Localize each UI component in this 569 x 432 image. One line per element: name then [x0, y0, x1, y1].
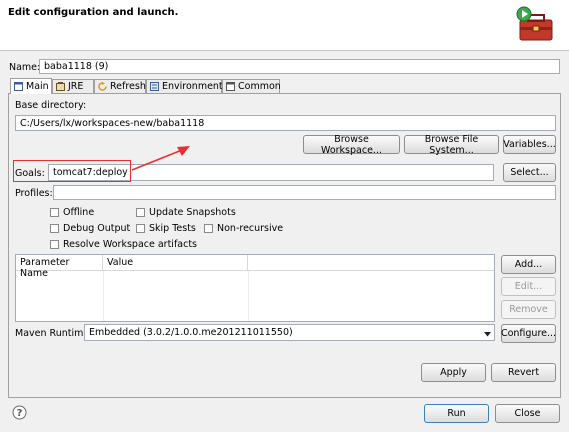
dialog-title: Edit configuration and launch. — [8, 7, 179, 18]
goals-select-button[interactable]: Select... — [503, 163, 556, 182]
common-icon — [226, 82, 235, 91]
column-header-filler — [248, 255, 494, 271]
tab-common[interactable]: Common — [222, 79, 281, 93]
checkbox-label: Debug Output — [63, 223, 131, 234]
resolve-workspace-artifacts-checkbox[interactable]: Resolve Workspace artifacts — [50, 239, 197, 250]
svg-text:?: ? — [17, 408, 23, 419]
checkbox-box[interactable] — [204, 224, 213, 233]
base-directory-value: C:/Users/lx/workspaces-new/baba1118 — [20, 118, 205, 129]
checkbox-label: Offline — [63, 207, 95, 218]
tab-label: JRE — [68, 81, 84, 92]
checkbox-label: Non-recursive — [217, 223, 284, 234]
checkbox-box[interactable] — [50, 208, 59, 217]
column-header-value[interactable]: Value — [103, 255, 248, 271]
jre-icon — [56, 82, 65, 91]
tab-refresh[interactable]: Refresh — [94, 79, 146, 93]
close-button[interactable]: Close — [495, 404, 560, 423]
column-divider — [248, 271, 249, 321]
edit-parameter-button[interactable]: Edit... — [501, 277, 556, 296]
revert-button[interactable]: Revert — [491, 363, 556, 382]
tab-jre[interactable]: JRE — [52, 79, 94, 93]
name-field[interactable]: baba1118 (9) — [39, 59, 560, 74]
dialog-header: Edit configuration and launch. — [0, 0, 569, 51]
tab-label: Common — [238, 81, 281, 92]
maven-runtime-value: Embedded (3.0.2/1.0.0.me201211011550) — [89, 327, 293, 338]
skip-tests-checkbox[interactable]: Skip Tests — [136, 223, 196, 234]
maven-runtime-select[interactable]: Embedded (3.0.2/1.0.0.me201211011550) — [84, 324, 495, 341]
checkbox-box[interactable] — [50, 224, 59, 233]
maven-runtime-label: Maven Runtime: — [15, 328, 93, 339]
tab-label: Main — [26, 81, 49, 92]
name-value: baba1118 (9) — [44, 61, 109, 72]
name-label: Name: — [9, 62, 41, 73]
launch-toolbox-icon — [514, 5, 558, 45]
refresh-icon — [98, 82, 107, 91]
offline-checkbox[interactable]: Offline — [50, 207, 94, 218]
browse-workspace-button[interactable]: Browse Workspace... — [303, 134, 400, 156]
non-recursive-checkbox[interactable]: Non-recursive — [204, 223, 283, 234]
checkbox-label: Skip Tests — [149, 223, 196, 234]
chevron-down-icon[interactable] — [484, 329, 491, 340]
variables-button[interactable]: Variables... — [503, 135, 556, 154]
main-tab-icon — [14, 82, 23, 91]
tab-main[interactable]: Main — [10, 78, 52, 94]
browse-file-system-button[interactable]: Browse File System... — [404, 134, 499, 156]
profiles-label: Profiles: — [15, 188, 53, 199]
checkbox-box[interactable] — [136, 224, 145, 233]
checkbox-box[interactable] — [50, 240, 59, 249]
help-icon[interactable]: ? — [12, 405, 27, 420]
column-divider — [103, 271, 104, 321]
run-button[interactable]: Run — [424, 404, 489, 423]
add-parameter-button[interactable]: Add... — [501, 255, 556, 274]
tab-label: Refresh — [110, 81, 146, 92]
tab-label: Environment — [162, 81, 223, 92]
checkbox-box[interactable] — [136, 208, 145, 217]
remove-parameter-button[interactable]: Remove — [501, 300, 556, 319]
checkbox-label: Update Snapshots — [149, 207, 236, 218]
environment-icon — [150, 82, 159, 91]
annotation-arrow-icon — [131, 146, 190, 171]
apply-button[interactable]: Apply — [421, 363, 486, 382]
update-snapshots-checkbox[interactable]: Update Snapshots — [136, 207, 236, 218]
debug-output-checkbox[interactable]: Debug Output — [50, 223, 130, 234]
base-directory-field[interactable]: C:/Users/lx/workspaces-new/baba1118 — [15, 115, 556, 131]
profiles-field[interactable] — [53, 185, 556, 200]
annotation-box — [13, 160, 131, 182]
column-header-parameter-name[interactable]: Parameter Name — [16, 255, 103, 279]
checkbox-label: Resolve Workspace artifacts — [63, 239, 198, 250]
tab-environment[interactable]: Environment — [146, 79, 223, 93]
base-directory-label: Base directory: — [15, 100, 87, 111]
parameter-table[interactable]: Parameter Name Value — [15, 254, 495, 322]
configure-button[interactable]: Configure... — [501, 324, 556, 343]
